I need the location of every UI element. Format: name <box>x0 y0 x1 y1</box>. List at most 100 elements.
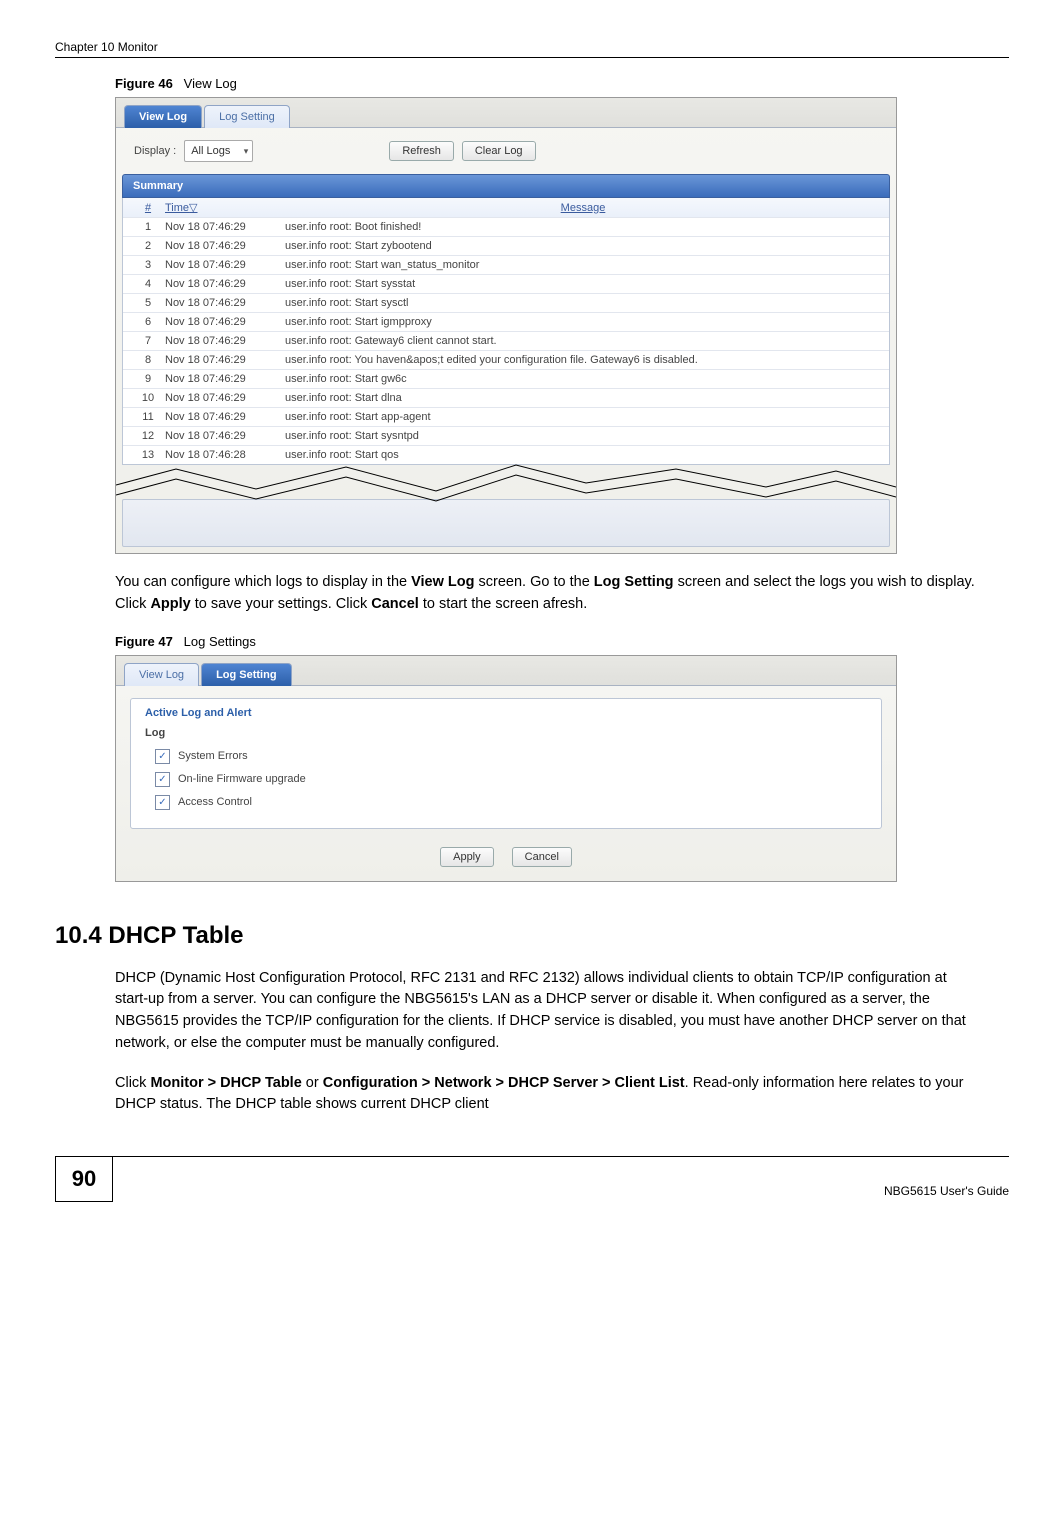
cell-num: 3 <box>131 259 165 271</box>
checkbox-access-control[interactable]: ✓ <box>155 795 170 810</box>
cell-time: Nov 18 07:46:29 <box>165 335 285 347</box>
checkbox-label: System Errors <box>178 750 248 762</box>
cell-num: 9 <box>131 373 165 385</box>
figure-47-num: Figure 47 <box>115 634 173 649</box>
cell-msg: user.info root: You haven&apos;t edited … <box>285 354 881 366</box>
checkbox-firmware[interactable]: ✓ <box>155 772 170 787</box>
figure-46-label: Figure 46 View Log <box>115 76 1009 91</box>
figure-47-caption-text: Log Settings <box>184 634 256 649</box>
button-row: Apply Cancel <box>116 837 896 881</box>
cell-time: Nov 18 07:46:29 <box>165 240 285 252</box>
clear-log-button[interactable]: Clear Log <box>462 141 536 161</box>
cell-msg: user.info root: Start sysntpd <box>285 430 881 442</box>
figure-46-caption-text: View Log <box>184 76 237 91</box>
chevron-down-icon: ▾ <box>244 146 249 157</box>
cell-time: Nov 18 07:46:29 <box>165 392 285 404</box>
tab-log-setting[interactable]: Log Setting <box>204 105 290 128</box>
cell-time: Nov 18 07:46:29 <box>165 278 285 290</box>
table-row: 2Nov 18 07:46:29user.info root: Start zy… <box>123 237 889 256</box>
cell-time: Nov 18 07:46:29 <box>165 221 285 233</box>
cell-num: 2 <box>131 240 165 252</box>
apply-button[interactable]: Apply <box>440 847 494 867</box>
screenshot-footer-strip <box>122 499 890 547</box>
sort-desc-icon: ▽ <box>189 202 197 214</box>
summary-header: Summary <box>122 174 890 198</box>
cell-msg: user.info root: Start igmpproxy <box>285 316 881 328</box>
col-header-time[interactable]: Time▽ <box>165 201 285 214</box>
cell-time: Nov 18 07:46:29 <box>165 411 285 423</box>
cell-msg: user.info root: Start qos <box>285 449 881 461</box>
table-row: 12Nov 18 07:46:29user.info root: Start s… <box>123 427 889 446</box>
log-table: # Time▽ Message 1Nov 18 07:46:29user.inf… <box>122 198 890 465</box>
checkbox-label: On-line Firmware upgrade <box>178 773 306 785</box>
display-select[interactable]: All Logs ▾ <box>184 140 253 162</box>
checkbox-row-access-control: ✓ Access Control <box>145 791 867 814</box>
display-label: Display : <box>134 145 176 157</box>
cell-num: 12 <box>131 430 165 442</box>
cell-msg: user.info root: Start sysstat <box>285 278 881 290</box>
chapter-header: Chapter 10 Monitor <box>55 40 1009 58</box>
cell-num: 4 <box>131 278 165 290</box>
cell-num: 7 <box>131 335 165 347</box>
figure-47-label: Figure 47 Log Settings <box>115 634 1009 649</box>
cell-msg: user.info root: Start dlna <box>285 392 881 404</box>
tab-log-setting[interactable]: Log Setting <box>201 663 292 686</box>
tab-view-log[interactable]: View Log <box>124 663 199 686</box>
cell-time: Nov 18 07:46:29 <box>165 354 285 366</box>
footer-guide-title: NBG5615 User's Guide <box>113 1184 1009 1202</box>
cell-msg: user.info root: Boot finished! <box>285 221 881 233</box>
page-footer: 90 NBG5615 User's Guide <box>55 1156 1009 1202</box>
cell-num: 13 <box>131 449 165 461</box>
cell-time: Nov 18 07:46:29 <box>165 373 285 385</box>
log-table-header: # Time▽ Message <box>123 198 889 218</box>
table-row: 5Nov 18 07:46:29user.info root: Start sy… <box>123 294 889 313</box>
panel-title: Active Log and Alert <box>145 707 867 719</box>
cancel-button[interactable]: Cancel <box>512 847 572 867</box>
table-row: 13Nov 18 07:46:28user.info root: Start q… <box>123 446 889 464</box>
paragraph-3: Click Monitor > DHCP Table or Configurat… <box>115 1073 975 1117</box>
cell-time: Nov 18 07:46:29 <box>165 259 285 271</box>
section-heading-dhcp-table: 10.4 DHCP Table <box>55 922 1009 950</box>
checkbox-system-errors[interactable]: ✓ <box>155 749 170 764</box>
table-row: 9Nov 18 07:46:29user.info root: Start gw… <box>123 370 889 389</box>
table-row: 1Nov 18 07:46:29user.info root: Boot fin… <box>123 218 889 237</box>
figure-46-screenshot: View Log Log Setting Display : All Logs … <box>115 97 897 554</box>
table-row: 3Nov 18 07:46:29user.info root: Start wa… <box>123 256 889 275</box>
table-row: 4Nov 18 07:46:29user.info root: Start sy… <box>123 275 889 294</box>
paragraph-1: You can configure which logs to display … <box>115 572 975 616</box>
panel-subtitle: Log <box>145 727 867 739</box>
figure-47-screenshot: View Log Log Setting Active Log and Aler… <box>115 655 897 882</box>
cell-msg: user.info root: Start wan_status_monitor <box>285 259 881 271</box>
col-header-message[interactable]: Message <box>285 202 881 214</box>
cell-msg: user.info root: Start sysctl <box>285 297 881 309</box>
cell-time: Nov 18 07:46:28 <box>165 449 285 461</box>
display-select-value: All Logs <box>191 145 230 157</box>
cell-num: 11 <box>131 411 165 423</box>
cell-time: Nov 18 07:46:29 <box>165 430 285 442</box>
table-row: 6Nov 18 07:46:29user.info root: Start ig… <box>123 313 889 332</box>
cell-msg: user.info root: Start zybootend <box>285 240 881 252</box>
table-row: 8Nov 18 07:46:29user.info root: You have… <box>123 351 889 370</box>
tab-bar: View Log Log Setting <box>116 656 896 686</box>
checkbox-row-firmware: ✓ On-line Firmware upgrade <box>145 768 867 791</box>
cell-time: Nov 18 07:46:29 <box>165 316 285 328</box>
cell-msg: user.info root: Gateway6 client cannot s… <box>285 335 881 347</box>
page-tear <box>116 463 896 493</box>
cell-msg: user.info root: Start app-agent <box>285 411 881 423</box>
cell-num: 6 <box>131 316 165 328</box>
col-header-num[interactable]: # <box>131 202 165 214</box>
cell-num: 1 <box>131 221 165 233</box>
tab-view-log[interactable]: View Log <box>124 105 202 128</box>
cell-num: 5 <box>131 297 165 309</box>
cell-msg: user.info root: Start gw6c <box>285 373 881 385</box>
figure-46-num: Figure 46 <box>115 76 173 91</box>
cell-time: Nov 18 07:46:29 <box>165 297 285 309</box>
table-row: 10Nov 18 07:46:29user.info root: Start d… <box>123 389 889 408</box>
checkbox-row-system-errors: ✓ System Errors <box>145 745 867 768</box>
cell-num: 8 <box>131 354 165 366</box>
active-log-panel: Active Log and Alert Log ✓ System Errors… <box>130 698 882 829</box>
tab-bar: View Log Log Setting <box>116 98 896 128</box>
refresh-button[interactable]: Refresh <box>389 141 454 161</box>
table-row: 7Nov 18 07:46:29user.info root: Gateway6… <box>123 332 889 351</box>
cell-num: 10 <box>131 392 165 404</box>
